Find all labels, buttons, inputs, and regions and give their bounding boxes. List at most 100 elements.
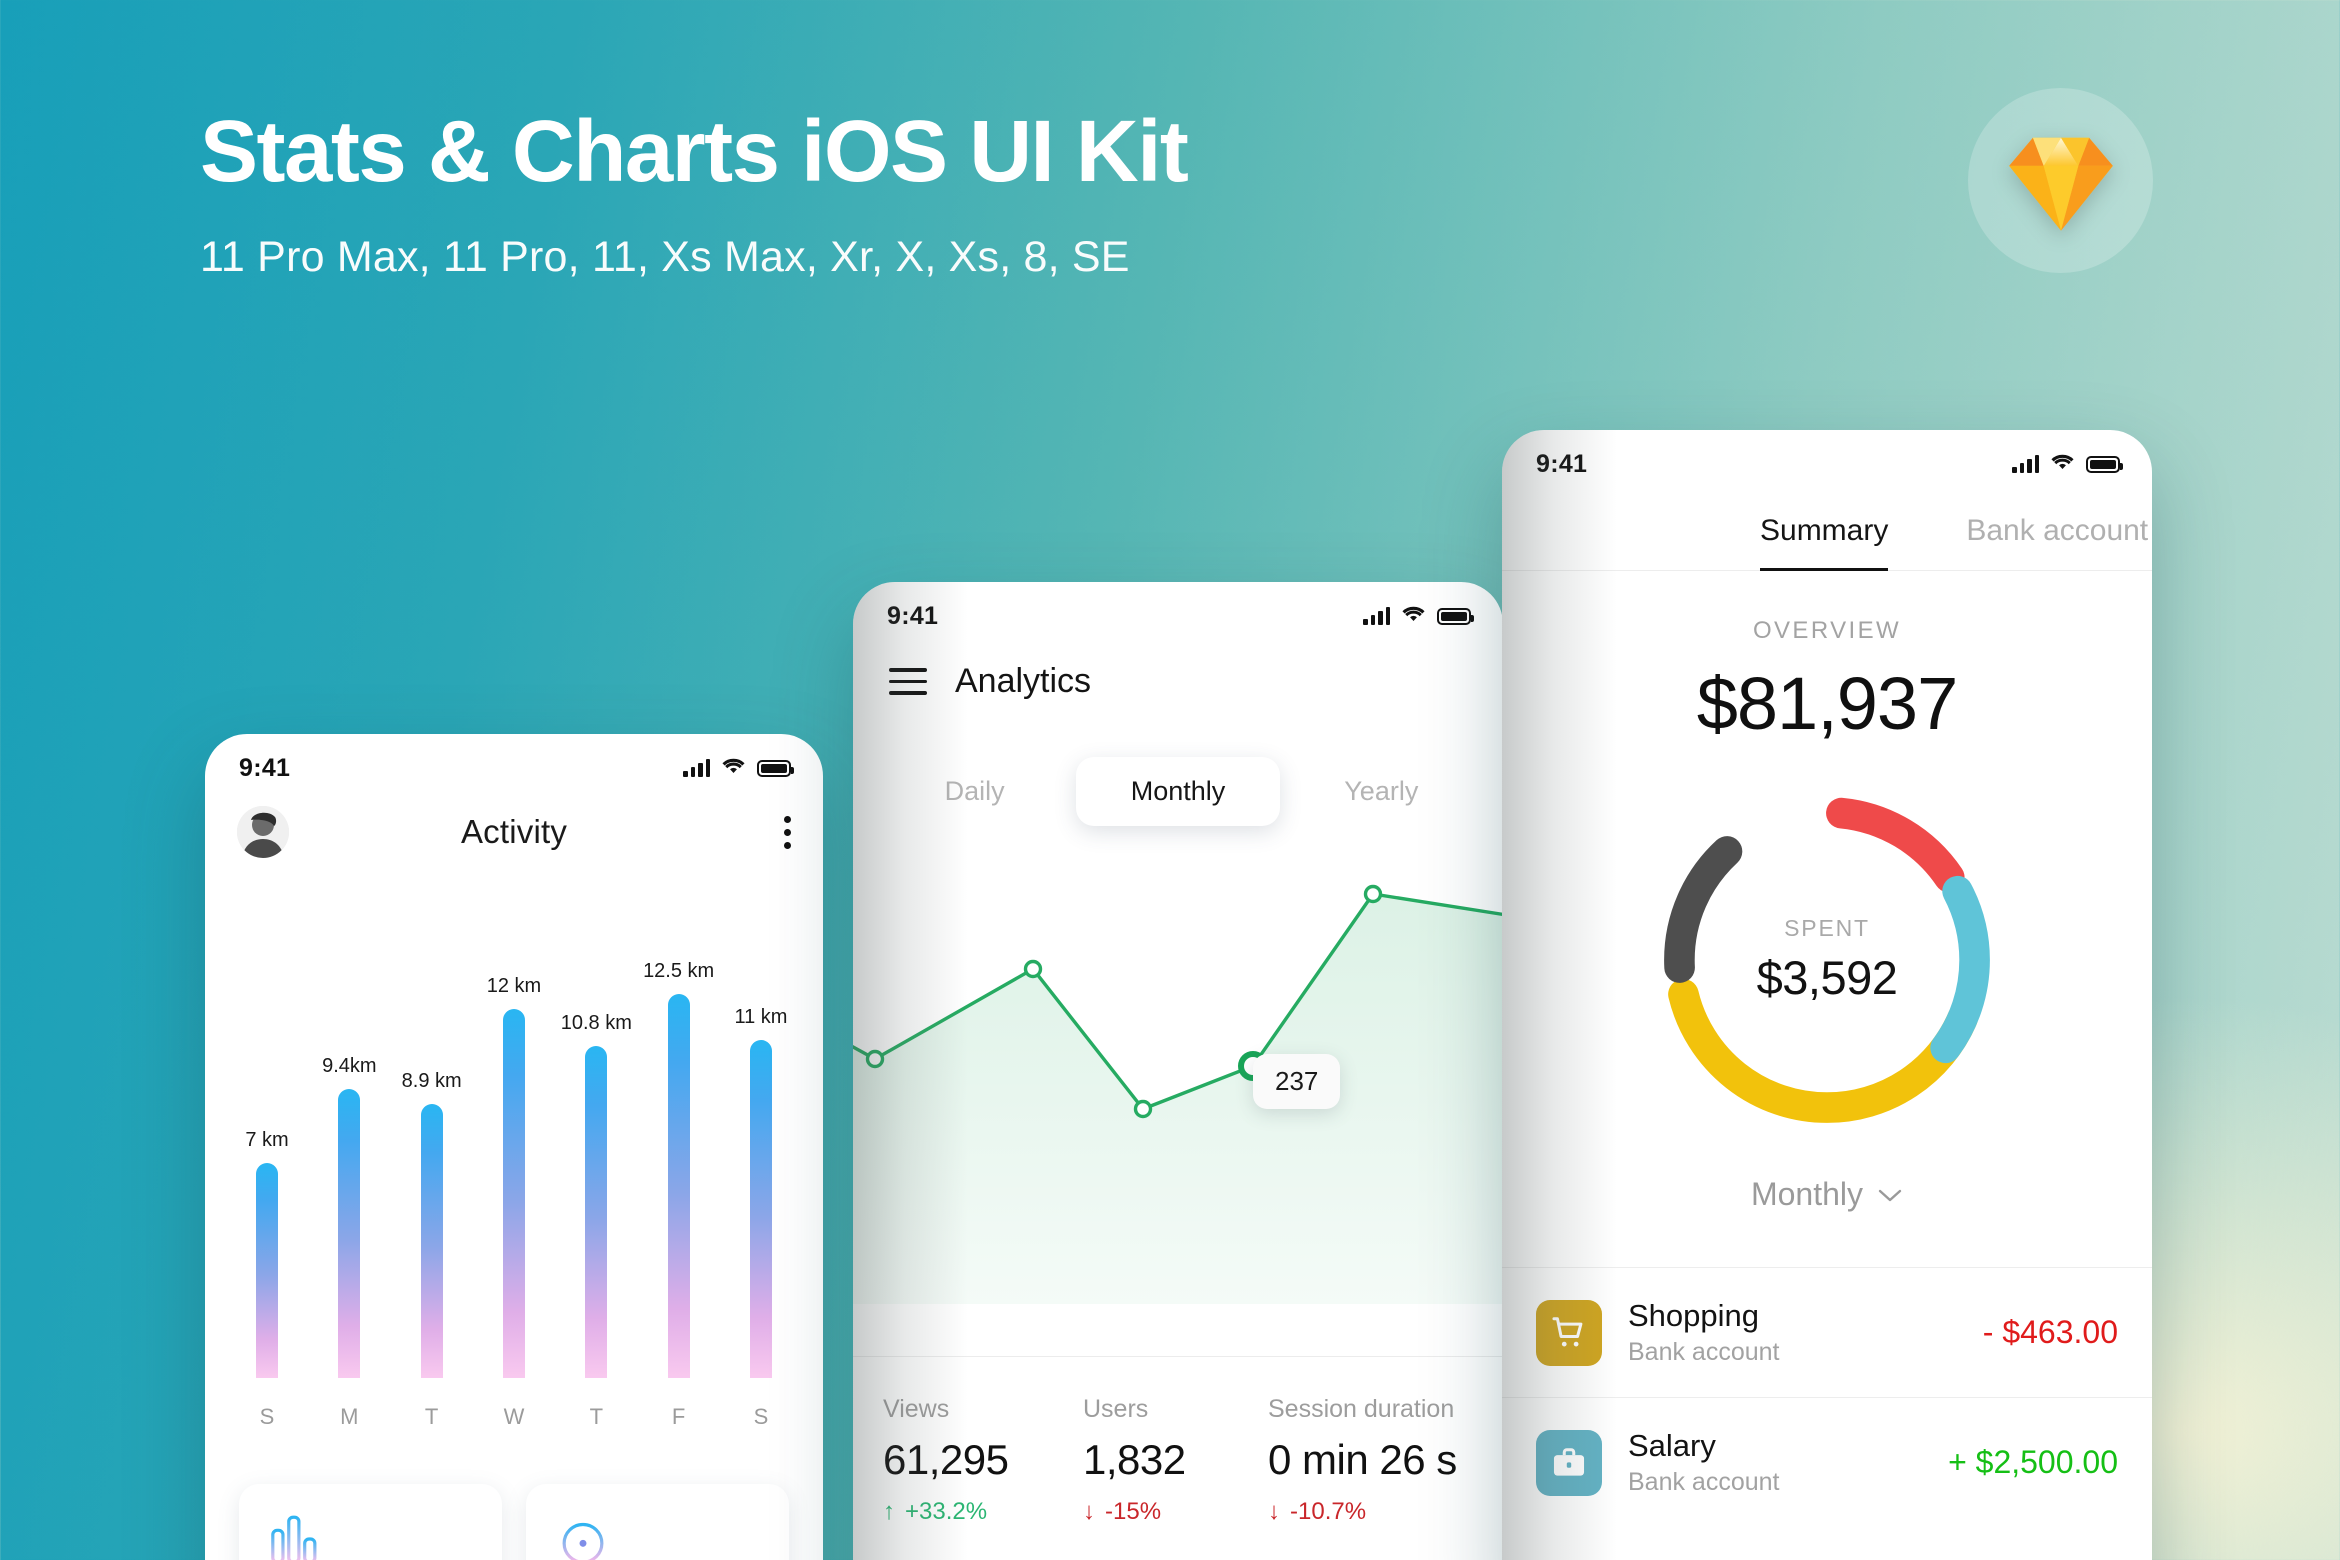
- briefcase-icon: [1536, 1429, 1602, 1496]
- page-title: Stats & Charts iOS UI Kit: [200, 103, 1189, 200]
- phone-summary: 9:41 Summary Bank account OVERVIEW $81,9…: [1502, 430, 2152, 1560]
- card-stopwatch[interactable]: [526, 1484, 789, 1560]
- stat-delta: ↓ -10.7%: [1268, 1498, 1457, 1526]
- battery-icon: [757, 759, 794, 777]
- sketch-diamond-icon: [1968, 88, 2153, 273]
- transaction-row[interactable]: Shopping Bank account - $463.00: [1502, 1267, 2152, 1397]
- stat-delta-value: -15%: [1105, 1498, 1162, 1525]
- bar-value-label: 11 km: [734, 1006, 788, 1028]
- cellular-signal-icon: [1363, 607, 1390, 625]
- transaction-amount: + $2,500.00: [1948, 1444, 2118, 1480]
- hamburger-menu-icon[interactable]: [889, 668, 927, 695]
- bar-column: 10.8 km: [561, 938, 632, 1378]
- data-point: [1133, 1099, 1153, 1119]
- status-time: 9:41: [239, 753, 291, 782]
- analytics-stats-row: Views 61,295 ↑ +33.2% Users 1,832 ↓ -15%…: [853, 1356, 1503, 1526]
- transaction-name: Salary: [1628, 1428, 1716, 1463]
- analytics-navbar: Analytics: [853, 636, 1503, 701]
- bar: [585, 1046, 608, 1378]
- x-tick-label: F: [671, 1404, 686, 1429]
- bar: [502, 1009, 525, 1378]
- tab-yearly[interactable]: Yearly: [1280, 757, 1483, 826]
- analytics-line-chart: 237: [853, 854, 1503, 1304]
- status-time: 9:41: [887, 601, 939, 630]
- transaction-amount: - $463.00: [1982, 1314, 2118, 1350]
- bar-value-label: 12.5 km: [643, 960, 715, 982]
- bar-column: 11 km: [733, 938, 789, 1378]
- stat-delta-value: -10.7%: [1290, 1498, 1367, 1525]
- stopwatch-icon: [562, 1516, 604, 1560]
- transaction-name: Shopping: [1628, 1298, 1760, 1333]
- activity-bar-chart: 7 km 9.4km 8.9 km 12 km 10.8 km 12.5 km …: [239, 938, 789, 1438]
- bar-chart-x-axis: S M T W T F S: [239, 1404, 789, 1430]
- phone-analytics: 9:41 Analytics Daily Monthly Yearly 237 …: [853, 582, 1503, 1560]
- x-tick-label: T: [589, 1404, 604, 1429]
- x-tick-label: S: [753, 1404, 769, 1429]
- donut-center: SPENT $3,592: [1647, 780, 2007, 1140]
- status-bar: 9:41: [205, 734, 823, 788]
- bar: [667, 994, 690, 1378]
- x-tick-label: S: [259, 1404, 275, 1429]
- stat-delta: ↓ -15%: [1083, 1498, 1238, 1526]
- battery-icon: [2086, 455, 2123, 473]
- bar: [338, 1089, 361, 1378]
- transaction-subtitle: Bank account: [1628, 1468, 1780, 1496]
- arrow-down-icon: ↓: [1083, 1498, 1095, 1525]
- phone-activity: 9:41 Activity 7 km 9.4km 8.9 km 12 km 10…: [205, 734, 823, 1560]
- activity-navbar: Activity: [205, 788, 823, 858]
- overview-label: OVERVIEW: [1752, 617, 1902, 644]
- data-point: [865, 1049, 885, 1069]
- stat-value: 1,832: [1083, 1436, 1186, 1483]
- spent-value: $3,592: [1756, 951, 1898, 1004]
- page-subtitle: 11 Pro Max, 11 Pro, 11, Xs Max, Xr, X, X…: [200, 233, 1130, 281]
- wifi-icon: [2050, 453, 2075, 476]
- stat-delta: ↑ +33.2%: [883, 1498, 1053, 1526]
- arrow-up-icon: ↑: [883, 1498, 895, 1525]
- card-bar-chart[interactable]: [239, 1484, 502, 1560]
- stat-users: Users 1,832 ↓ -15%: [1053, 1395, 1238, 1526]
- stat-value: 0 min 26 s: [1268, 1436, 1457, 1483]
- data-point: [1363, 884, 1383, 904]
- period-selector[interactable]: Monthly: [1502, 1176, 2152, 1213]
- page-title: Analytics: [955, 662, 1092, 700]
- cellular-signal-icon: [2012, 455, 2039, 473]
- status-time: 9:41: [1536, 449, 1588, 478]
- bar: [420, 1104, 443, 1378]
- transaction-row[interactable]: Salary Bank account + $2,500.00: [1502, 1397, 2152, 1527]
- wifi-icon: [1401, 605, 1426, 628]
- bar: [256, 1163, 278, 1378]
- battery-icon: [1437, 607, 1474, 625]
- period-label: Monthly: [1750, 1176, 1864, 1212]
- stat-label: Session duration: [1268, 1395, 1455, 1423]
- bar-column: 8.9 km: [402, 938, 462, 1378]
- overview-value: $81,937: [1696, 662, 1959, 745]
- hero-header: Stats & Charts iOS UI Kit 11 Pro Max, 11…: [200, 103, 1189, 282]
- bar-chart-icon: [271, 1515, 317, 1560]
- bar-value-label: 7 km: [245, 1129, 289, 1151]
- stat-session-duration: Session duration 0 min 26 s ↓ -10.7%: [1238, 1395, 1457, 1526]
- bar-column: 12 km: [486, 938, 542, 1378]
- arrow-down-icon: ↓: [1268, 1498, 1280, 1525]
- bar-column: 9.4km: [321, 938, 377, 1378]
- period-segmented-control: Daily Monthly Yearly: [873, 757, 1483, 826]
- cellular-signal-icon: [683, 759, 710, 777]
- stat-label: Users: [1083, 1395, 1149, 1423]
- stat-delta-value: +33.2%: [905, 1498, 988, 1525]
- x-tick-label: W: [503, 1404, 525, 1429]
- status-bar: 9:41: [1502, 430, 2152, 484]
- tab-monthly[interactable]: Monthly: [1076, 757, 1280, 826]
- stat-label: Views: [883, 1395, 950, 1423]
- transaction-subtitle: Bank account: [1628, 1338, 1780, 1366]
- bar-value-label: 10.8 km: [560, 1012, 632, 1034]
- bar-value-label: 12 km: [486, 975, 542, 997]
- kebab-menu-icon[interactable]: [739, 815, 791, 849]
- avatar[interactable]: [237, 806, 289, 858]
- stat-views: Views 61,295 ↑ +33.2%: [853, 1395, 1053, 1526]
- chevron-down-icon: [1877, 1187, 1903, 1203]
- tab-daily[interactable]: Daily: [873, 757, 1076, 826]
- tab-summary[interactable]: Summary: [1760, 514, 1889, 571]
- tab-bank-account[interactable]: Bank account: [1966, 514, 2148, 570]
- activity-quick-cards: [239, 1484, 789, 1560]
- chart-tooltip: 237: [1253, 1054, 1341, 1109]
- bar-column: 7 km: [239, 938, 295, 1378]
